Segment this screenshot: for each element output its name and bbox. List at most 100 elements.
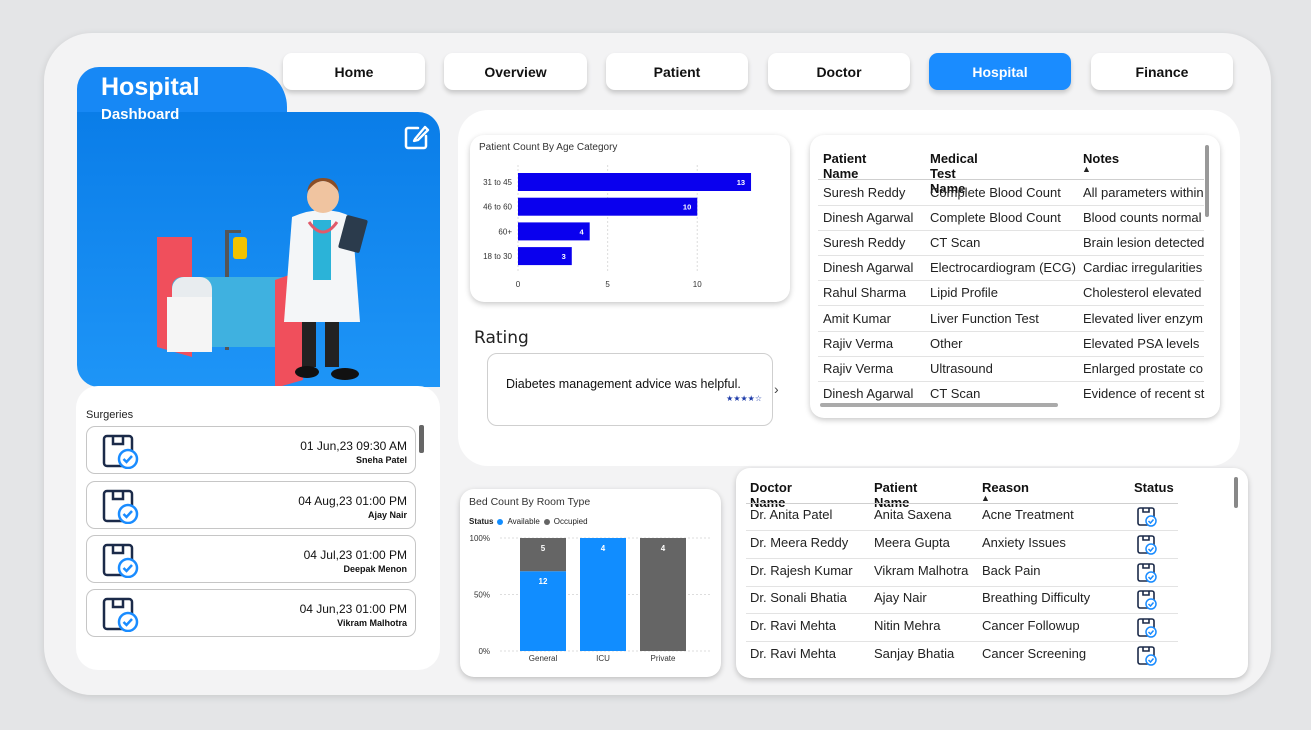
tests-cell-notes: Brain lesion detected bbox=[1083, 235, 1205, 251]
surgery-card[interactable]: 04 Aug,23 01:00 PM Ajay Nair bbox=[86, 481, 416, 529]
surgery-card[interactable]: 04 Jun,23 01:00 PM Vikram Malhotra bbox=[86, 589, 416, 637]
doctor-row-divider bbox=[746, 585, 1178, 587]
tests-vertical-scrollbar[interactable] bbox=[1205, 145, 1209, 217]
rating-text: Diabetes management advice was helpful. bbox=[506, 377, 741, 391]
tests-horizontal-scrollbar[interactable] bbox=[820, 403, 1058, 407]
rating-card[interactable]: Diabetes management advice was helpful. … bbox=[487, 353, 773, 426]
tests-cell-test: Lipid Profile bbox=[930, 285, 998, 301]
tests-cell-test: CT Scan bbox=[930, 385, 981, 401]
edit-icon[interactable] bbox=[403, 123, 431, 151]
tests-row-divider bbox=[818, 205, 1204, 206]
surgery-datetime: 01 Jun,23 09:30 AM bbox=[300, 439, 407, 453]
tests-row-divider bbox=[818, 330, 1204, 332]
doctor-cell-doctor: Dr. Rajesh Kumar bbox=[750, 562, 853, 578]
nav-patient-button[interactable]: Patient bbox=[606, 53, 748, 90]
age-bar-value: 13 bbox=[737, 178, 745, 187]
tests-cell-notes: All parameters within bbox=[1083, 185, 1204, 200]
tests-cell-notes: Evidence of recent st bbox=[1083, 385, 1205, 401]
surgery-patient-name: Vikram Malhotra bbox=[337, 618, 407, 628]
tests-cell-patient: Rahul Sharma bbox=[823, 285, 907, 301]
rating-next-arrow[interactable]: › bbox=[774, 381, 779, 397]
legend-occupied-label: Occupied bbox=[553, 517, 588, 526]
status-clipboard-icon[interactable] bbox=[1136, 589, 1158, 611]
bed-y-tick: 100% bbox=[470, 534, 490, 543]
nav-overview-button[interactable]: Overview bbox=[444, 53, 587, 90]
surgery-clipboard-icon bbox=[102, 597, 139, 632]
rating-stars: ★★★★☆ bbox=[726, 394, 762, 403]
status-clipboard-icon[interactable] bbox=[1136, 534, 1158, 556]
doctor-cell-patient: Anita Saxena bbox=[874, 507, 952, 522]
tests-cell-notes: Elevated liver enzym bbox=[1083, 310, 1203, 326]
age-x-tick: 10 bbox=[693, 280, 702, 289]
doctor-cell-doctor: Dr. Sonali Bhatia bbox=[750, 590, 847, 606]
tests-cell-test: Complete Blood Count bbox=[930, 185, 1061, 200]
bed-bar-occupied[interactable] bbox=[640, 538, 686, 651]
doctor-cell-reason: Cancer Screening bbox=[982, 646, 1087, 661]
tests-cell-test: Complete Blood Count bbox=[930, 210, 1061, 226]
surgery-clipboard-icon bbox=[102, 489, 139, 524]
status-clipboard-icon[interactable] bbox=[1136, 617, 1158, 639]
doctor-row-divider bbox=[746, 530, 1178, 531]
surgery-card[interactable]: 01 Jun,23 09:30 AM Sneha Patel bbox=[86, 426, 416, 474]
surgery-clipboard-icon bbox=[102, 543, 139, 578]
tests-cell-test: Ultrasound bbox=[930, 360, 993, 376]
bed-category-label: ICU bbox=[596, 654, 610, 663]
doctor-cell-doctor: Dr. Meera Reddy bbox=[750, 534, 849, 550]
surgery-card[interactable]: 04 Jul,23 01:00 PM Deepak Menon bbox=[86, 535, 416, 583]
doctor-vertical-scrollbar[interactable] bbox=[1234, 477, 1238, 508]
tests-cell-patient: Suresh Reddy bbox=[823, 235, 906, 251]
doctor-cell-doctor: Dr. Ravi Mehta bbox=[750, 646, 836, 661]
age-chart-title: Patient Count By Age Category bbox=[479, 142, 618, 153]
tests-row-divider bbox=[818, 280, 1204, 282]
doctor-col-status[interactable]: Status bbox=[1134, 480, 1174, 495]
nav-home-button[interactable]: Home bbox=[283, 53, 425, 90]
doctor-col-patient[interactable]: Patient Name bbox=[874, 480, 917, 510]
doctor-cell-reason: Back Pain bbox=[982, 562, 1041, 578]
doctor-cell-doctor: Dr. Anita Patel bbox=[750, 507, 833, 522]
tests-cell-test: Other bbox=[930, 335, 963, 351]
surgeries-scrollbar[interactable] bbox=[419, 425, 424, 453]
bed-bar-available[interactable] bbox=[580, 538, 626, 651]
doctor-row-divider bbox=[746, 641, 1178, 643]
status-clipboard-icon[interactable] bbox=[1136, 506, 1158, 528]
bed-bar-occupied[interactable] bbox=[520, 538, 566, 572]
nav-hospital-button[interactable]: Hospital bbox=[929, 53, 1071, 90]
tests-cell-patient: Suresh Reddy bbox=[823, 185, 906, 200]
surgery-patient-name: Sneha Patel bbox=[355, 455, 407, 465]
doctor-col-doctor[interactable]: Doctor Name bbox=[750, 480, 792, 510]
doctor-header-divider bbox=[746, 503, 1178, 504]
tests-cell-patient: Amit Kumar bbox=[823, 310, 891, 326]
surgeries-title: Surgeries bbox=[86, 409, 134, 421]
status-clipboard-icon[interactable] bbox=[1136, 645, 1158, 667]
tests-cell-notes: Enlarged prostate co bbox=[1083, 360, 1203, 376]
surgery-datetime: 04 Jun,23 01:00 PM bbox=[299, 602, 407, 616]
tests-col-patient[interactable]: Patient Name bbox=[823, 151, 866, 181]
tests-sort-indicator: ▲ bbox=[1082, 164, 1091, 174]
doctor-sort-indicator: ▲ bbox=[981, 493, 990, 503]
hero-title: Hospital bbox=[101, 73, 200, 101]
age-bar[interactable] bbox=[518, 197, 698, 216]
age-bar-value: 10 bbox=[683, 203, 691, 212]
bed-bar-value: 4 bbox=[661, 544, 666, 553]
doctor-illustration bbox=[157, 178, 368, 387]
surgery-patient-name: Deepak Menon bbox=[343, 564, 407, 574]
hero-banner bbox=[77, 112, 440, 387]
doctor-cell-patient: Sanjay Bhatia bbox=[874, 646, 955, 661]
tests-cell-patient: Rajiv Verma bbox=[823, 360, 894, 376]
bed-chart-legend: Status Available Occupied bbox=[469, 517, 588, 526]
nav-finance-button[interactable]: Finance bbox=[1091, 53, 1233, 90]
age-category-label: 31 to 45 bbox=[483, 178, 512, 187]
nav-doctor-button[interactable]: Doctor bbox=[768, 53, 910, 90]
tests-row-divider bbox=[818, 380, 1204, 382]
doctor-row-divider bbox=[746, 557, 1178, 559]
surgery-datetime: 04 Aug,23 01:00 PM bbox=[298, 494, 407, 508]
bed-chart-title: Bed Count By Room Type bbox=[469, 496, 591, 508]
doctor-cell-doctor: Dr. Ravi Mehta bbox=[750, 618, 836, 634]
tests-cell-notes: Cardiac irregularities bbox=[1083, 260, 1203, 276]
tests-cell-patient: Dinesh Agarwal bbox=[823, 210, 914, 226]
tests-cell-notes: Cholesterol elevated bbox=[1083, 285, 1202, 301]
age-bar[interactable] bbox=[518, 173, 752, 191]
tests-row-divider bbox=[818, 305, 1204, 307]
bed-legend-title: Status bbox=[469, 517, 494, 526]
status-clipboard-icon[interactable] bbox=[1136, 562, 1158, 584]
